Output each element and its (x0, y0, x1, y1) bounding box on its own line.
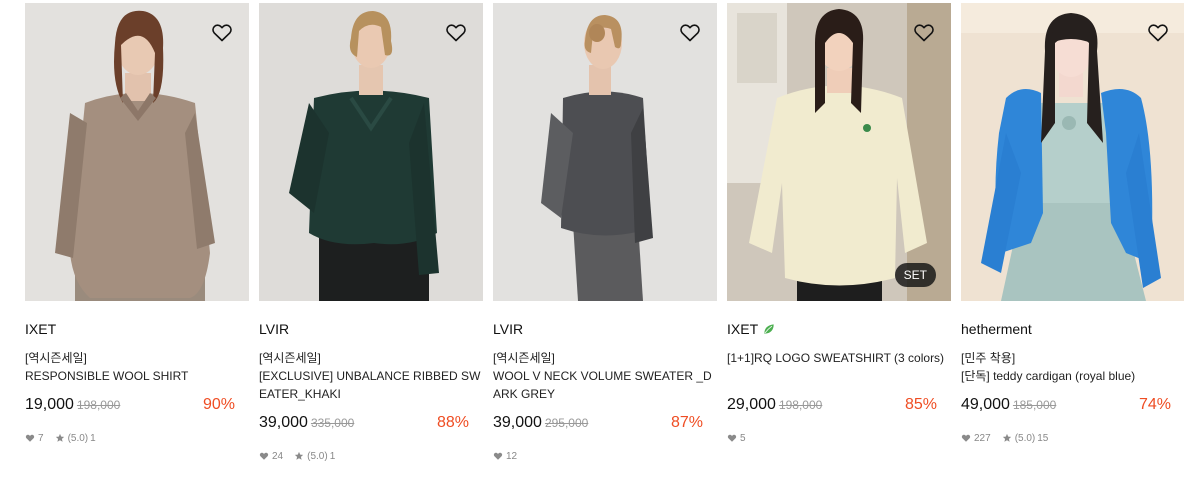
price-row: 49,000 185,000 74% (961, 394, 1184, 416)
product-title-name: [1+1]RQ LOGO SWEATSHIRT (3 colors) (727, 351, 945, 365)
likes-count: 5 (727, 433, 746, 444)
product-brand[interactable]: IXET (25, 320, 249, 338)
product-title-tag: [역시즌세일] (493, 351, 555, 365)
product-title-name: [단독] teddy cardigan (royal blue) (961, 369, 1136, 383)
product-stats: 24 (5.0) 1 (259, 449, 483, 463)
price-row: 19,000 198,000 90% (25, 394, 249, 416)
original-price: 198,000 (76, 398, 121, 412)
discount-rate: 88% (436, 414, 469, 431)
heart-filled-icon (727, 434, 737, 442)
product-photo (961, 3, 1184, 301)
product-card[interactable]: LVIR [역시즌세일] WOOL V NECK VOLUME SWEATER … (493, 0, 717, 463)
rating: (5.0) 1 (55, 433, 96, 444)
original-price: 295,000 (544, 416, 589, 430)
original-price: 335,000 (310, 416, 355, 430)
price-row: 39,000 295,000 87% (493, 412, 717, 434)
product-photo (493, 3, 717, 301)
discount-rate: 90% (202, 396, 235, 413)
sale-price: 49,000 (961, 396, 1010, 413)
heart-filled-icon (25, 434, 35, 442)
product-title[interactable]: [역시즌세일] WOOL V NECK VOLUME SWEATER _DARK… (493, 349, 717, 401)
heart-filled-icon (961, 434, 971, 442)
price-row: 29,000 198,000 85% (727, 394, 951, 416)
sale-price: 29,000 (727, 396, 776, 413)
wishlist-heart-icon[interactable] (1146, 20, 1170, 44)
rating: (5.0) 1 (294, 451, 335, 462)
original-price: 198,000 (778, 398, 823, 412)
product-image[interactable] (25, 3, 249, 301)
product-title[interactable]: [1+1]RQ LOGO SWEATSHIRT (3 colors) (727, 349, 951, 385)
product-title[interactable]: [역시즌세일] RESPONSIBLE WOOL SHIRT (25, 349, 249, 385)
discount-rate: 87% (670, 414, 703, 431)
sale-price: 39,000 (493, 414, 542, 431)
product-photo (25, 3, 249, 301)
price-row: 39,000 335,000 88% (259, 412, 483, 434)
likes-count: 7 (25, 433, 44, 444)
rating: (5.0) 15 (1002, 433, 1048, 444)
set-badge: SET (894, 263, 936, 287)
product-image[interactable] (961, 3, 1184, 301)
product-brand[interactable]: LVIR (259, 320, 483, 338)
product-card[interactable]: SET IXET [1+1]RQ LOGO SWEATSHIRT (3 colo… (727, 0, 951, 445)
product-title-name: WOOL V NECK VOLUME SWEATER _DARK GREY (493, 369, 712, 401)
product-photo (727, 3, 951, 301)
leaf-icon (764, 324, 774, 334)
sale-price: 19,000 (25, 396, 74, 413)
product-brand[interactable]: LVIR (493, 320, 717, 338)
wishlist-heart-icon[interactable] (678, 20, 702, 44)
product-card[interactable]: hetherment [민주 착용] [단독] teddy cardigan (… (961, 0, 1184, 445)
product-title-tag: [역시즌세일] (259, 351, 321, 365)
product-stats: 12 (493, 449, 717, 463)
product-image[interactable]: SET (727, 3, 951, 301)
product-title-name: RESPONSIBLE WOOL SHIRT (25, 369, 189, 383)
product-image[interactable] (259, 3, 483, 301)
product-brand[interactable]: hetherment (961, 320, 1184, 338)
sale-price: 39,000 (259, 414, 308, 431)
product-card[interactable]: LVIR [역시즌세일] [EXCLUSIVE] UNBALANCE RIBBE… (259, 0, 483, 463)
product-title[interactable]: [역시즌세일] [EXCLUSIVE] UNBALANCE RIBBED SWE… (259, 349, 483, 401)
heart-filled-icon (259, 452, 269, 460)
product-stats: 7 (5.0) 1 (25, 431, 249, 445)
product-photo (259, 3, 483, 301)
discount-rate: 74% (1138, 396, 1171, 413)
star-icon (294, 451, 304, 460)
heart-filled-icon (493, 452, 503, 460)
product-image[interactable] (493, 3, 717, 301)
wishlist-heart-icon[interactable] (912, 20, 936, 44)
product-card[interactable]: IXET [역시즌세일] RESPONSIBLE WOOL SHIRT 19,0… (25, 0, 249, 445)
star-icon (55, 433, 64, 442)
product-title[interactable]: [민주 착용] [단독] teddy cardigan (royal blue) (961, 349, 1184, 385)
product-brand[interactable]: IXET (727, 320, 951, 338)
likes-count: 12 (493, 451, 517, 462)
product-stats: 5 (727, 431, 951, 445)
likes-count: 24 (259, 451, 283, 462)
product-stats: 227 (5.0) 15 (961, 431, 1184, 445)
product-title-tag: [민주 착용] (961, 351, 1016, 365)
wishlist-heart-icon[interactable] (444, 20, 468, 44)
likes-count: 227 (961, 433, 991, 444)
product-title-tag: [역시즌세일] (25, 351, 87, 365)
original-price: 185,000 (1012, 398, 1057, 412)
star-icon (1002, 433, 1011, 442)
product-title-name: [EXCLUSIVE] UNBALANCE RIBBED SWEATER_KHA… (259, 369, 481, 401)
discount-rate: 85% (904, 396, 937, 413)
wishlist-heart-icon[interactable] (210, 20, 234, 44)
